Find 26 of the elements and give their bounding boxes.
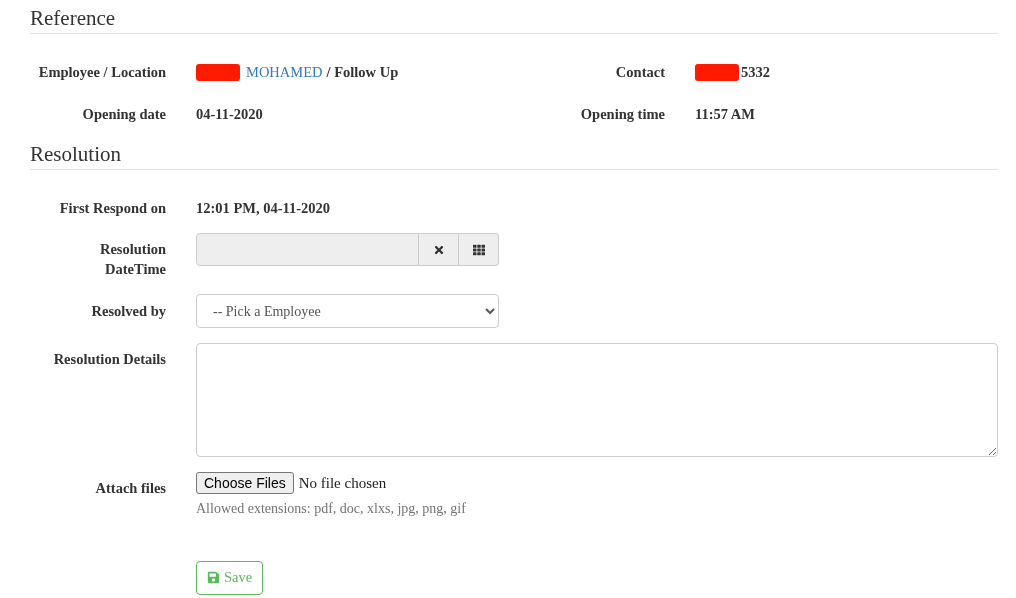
field-label: Contact bbox=[614, 63, 665, 82]
picker-button[interactable] bbox=[459, 233, 499, 266]
employee-select[interactable]: -- Pick a Employee bbox=[196, 294, 499, 328]
section-heading: Reference bbox=[30, 5, 117, 31]
field-value: 04-11-2020 bbox=[196, 105, 263, 124]
field-label: Resolution Details bbox=[53, 350, 166, 369]
clear-button[interactable] bbox=[419, 233, 459, 266]
field-value: 11:57 AM bbox=[695, 105, 755, 124]
field-value: 5332 bbox=[741, 63, 770, 82]
field-label: Attach files bbox=[95, 479, 166, 498]
file-status: No file chosen bbox=[298, 474, 387, 493]
help-text: Allowed extensions: pdf, doc, xlxs, jpg, png, gif bbox=[196, 499, 466, 518]
section-heading: Resolution bbox=[30, 141, 122, 167]
field-value: 12:01 PM, 04-11-2020 bbox=[196, 199, 331, 218]
field-label: Resolution DateTime bbox=[98, 240, 166, 279]
close-icon bbox=[432, 243, 445, 256]
field-value: / Follow Up bbox=[326, 63, 399, 82]
field-label: Resolved by bbox=[91, 302, 166, 321]
save-icon bbox=[207, 571, 220, 584]
employee-link[interactable]: MOHAMED bbox=[246, 62, 323, 82]
field-label: Opening date bbox=[81, 105, 166, 124]
grid-icon bbox=[472, 243, 485, 256]
field-label: First Respond on bbox=[59, 199, 166, 218]
field-label: Opening time bbox=[579, 105, 665, 124]
choose-files-button[interactable]: Choose Files bbox=[196, 472, 294, 495]
field-label: Employee / Location bbox=[37, 63, 166, 82]
